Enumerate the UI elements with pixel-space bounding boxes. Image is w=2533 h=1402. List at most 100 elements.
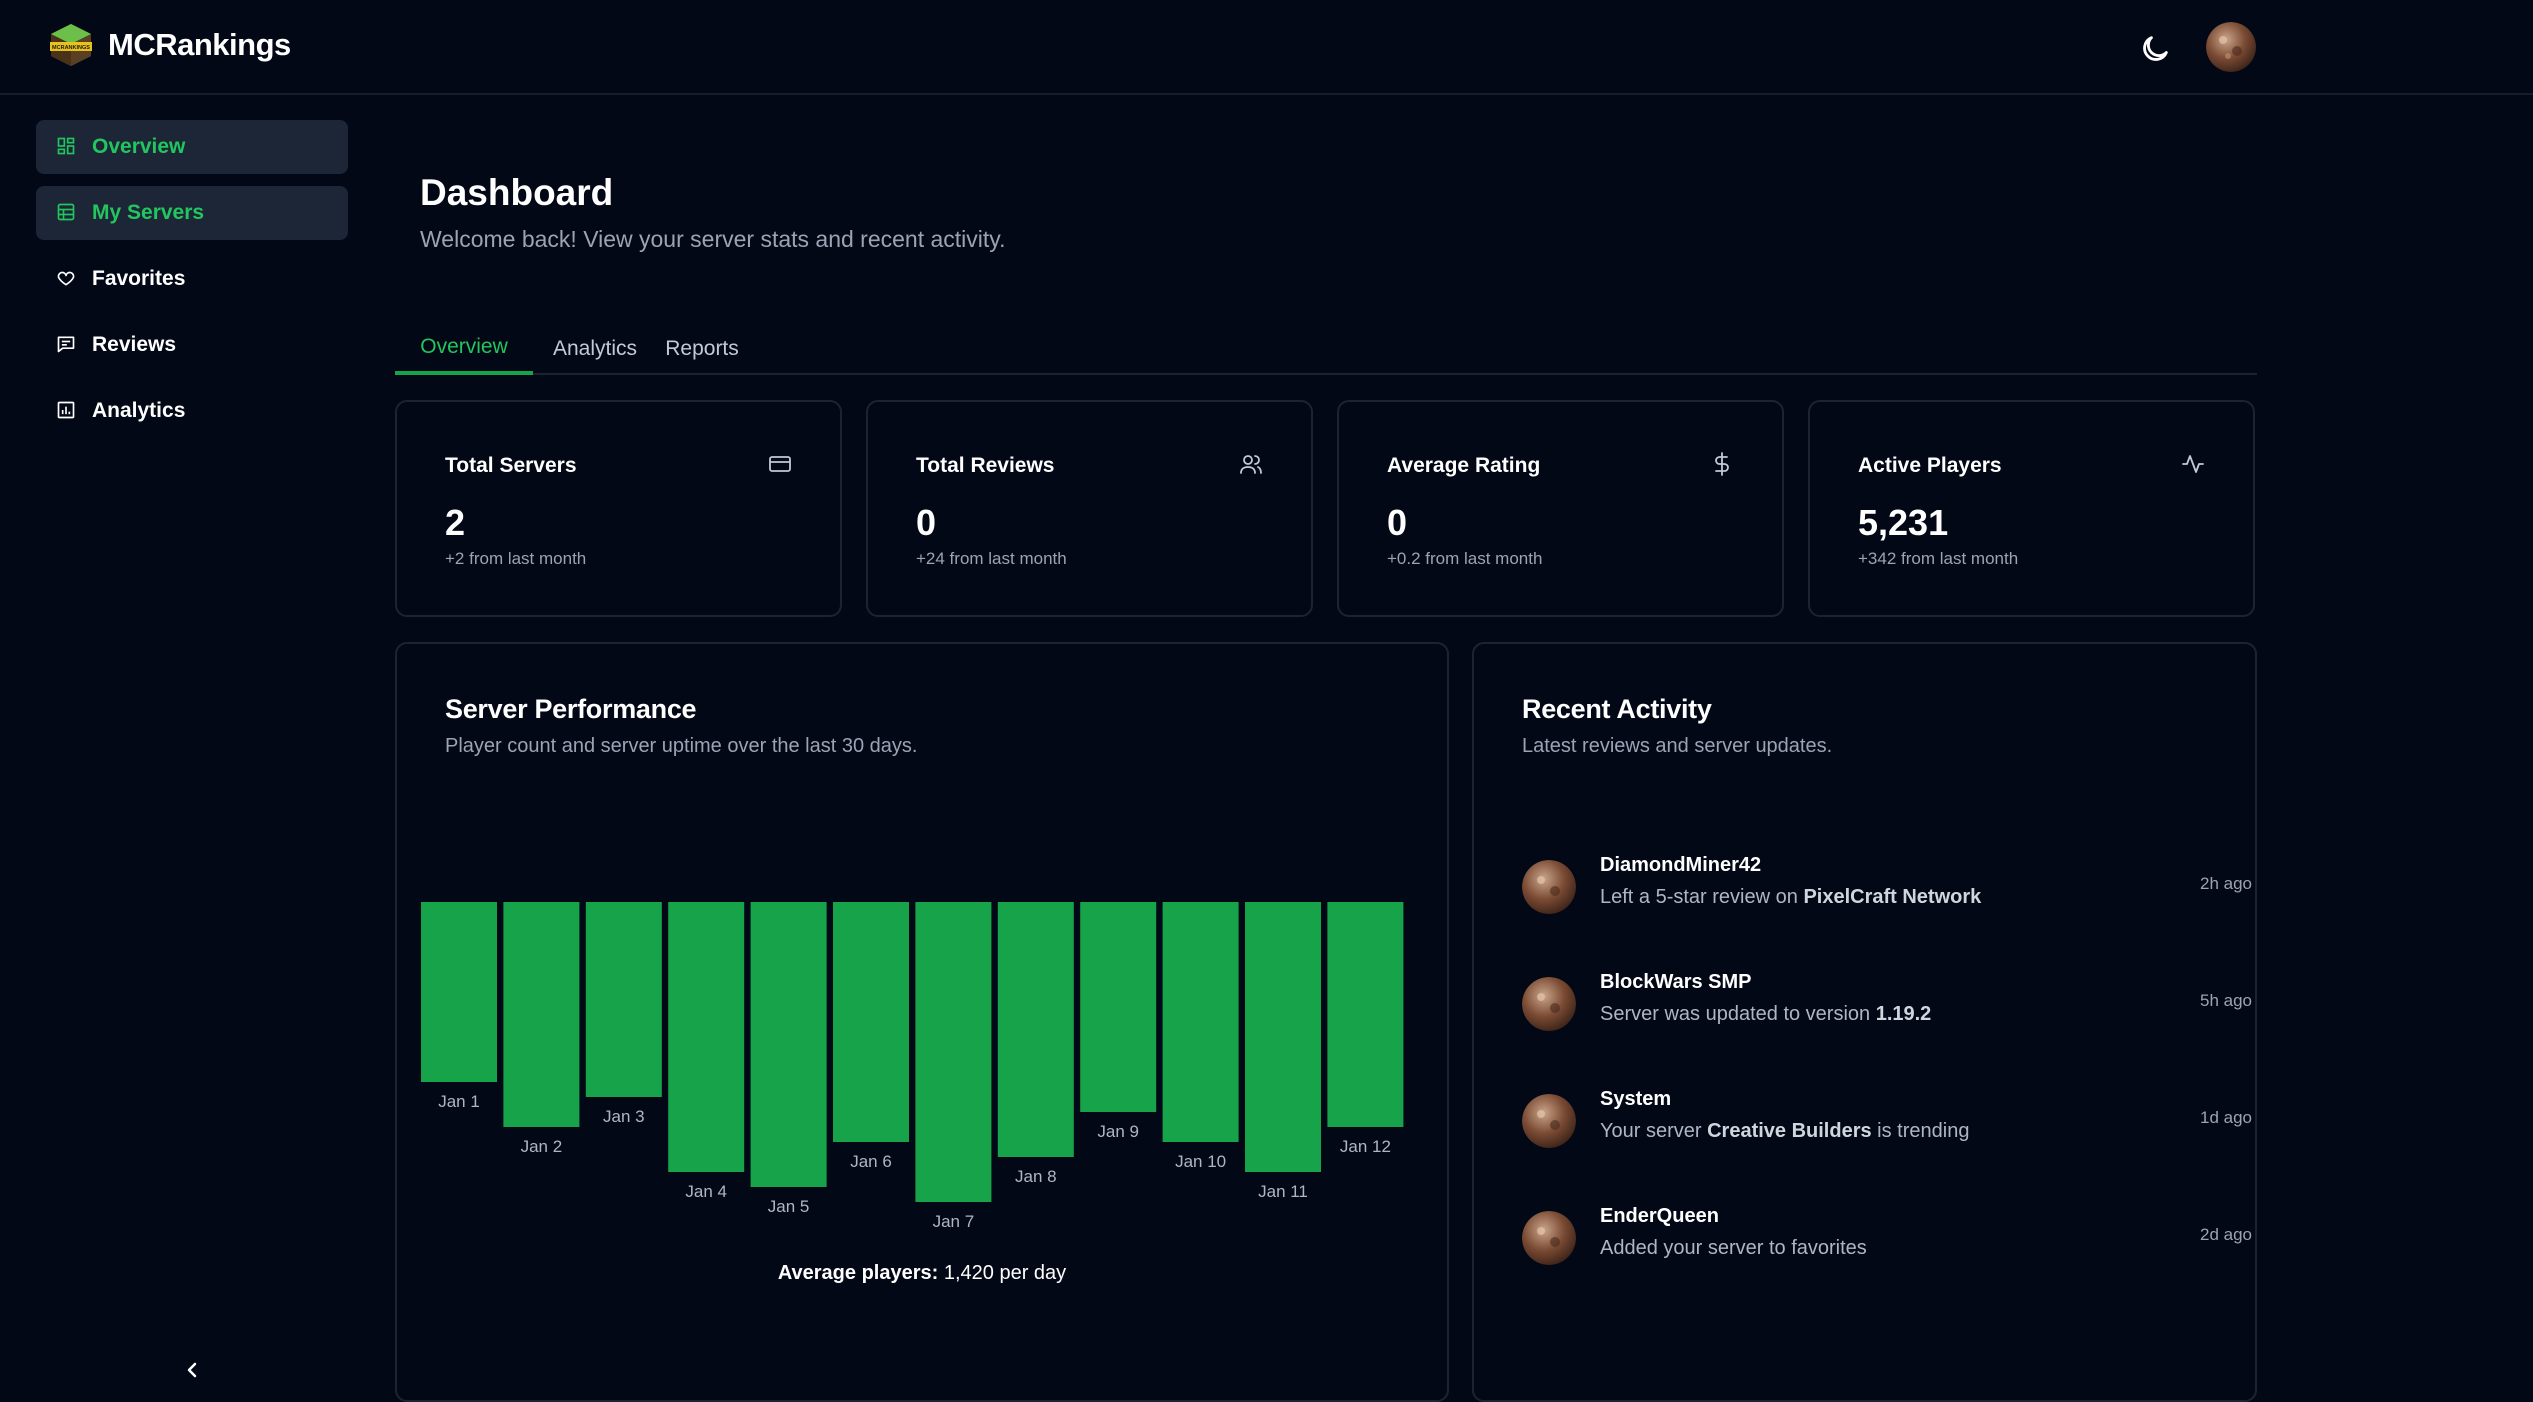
credit-card-icon xyxy=(768,452,792,476)
chart-bar xyxy=(750,902,827,1187)
brand-name: MCRankings xyxy=(108,27,291,62)
chevron-left-icon[interactable] xyxy=(184,1360,200,1380)
avatar xyxy=(1522,1211,1576,1265)
panel-title: Recent Activity xyxy=(1522,694,1712,724)
stat-label: Average Rating xyxy=(1387,454,1541,477)
bar-chart-icon xyxy=(56,400,78,422)
message-icon xyxy=(56,334,78,356)
activity-name: BlockWars SMP xyxy=(1600,971,1752,993)
stat-card-average-rating: Average Rating 0 +0.2 from last month xyxy=(1337,400,1784,617)
page-subtitle: Welcome back! View your server stats and… xyxy=(420,226,1006,252)
sidebar-item-label: Analytics xyxy=(92,399,186,422)
chart-bar xyxy=(1080,902,1157,1112)
moon-icon[interactable] xyxy=(2138,32,2172,66)
activity-item[interactable]: System Your server Creative Builders is … xyxy=(1522,1088,2252,1158)
activity-name: System xyxy=(1600,1088,1672,1110)
activity-time: 1d ago xyxy=(2200,1108,2252,1127)
activity-description: Your server Creative Builders is trendin… xyxy=(1600,1120,1970,1142)
average-players-label: Average players: xyxy=(777,1262,939,1284)
panel-subtitle: Latest reviews and server updates. xyxy=(1522,735,1833,757)
chart-bar xyxy=(997,902,1074,1157)
chart-bar xyxy=(421,902,497,1082)
chart-bar xyxy=(585,902,662,1097)
activity-description: Server was updated to version 1.19.2 xyxy=(1600,1003,1932,1025)
server-icon xyxy=(56,202,78,224)
sidebar-item-reviews[interactable]: Reviews xyxy=(36,318,348,372)
tab-overview[interactable]: Overview xyxy=(395,322,533,375)
stat-value: 2 xyxy=(445,502,466,543)
avatar xyxy=(1522,1094,1576,1148)
chart-tick-label: Jan 1 xyxy=(438,1092,480,1111)
chart-tick-label: Jan 9 xyxy=(1097,1122,1139,1141)
top-bar: MCRANKINGS MCRankings xyxy=(0,0,2533,95)
chart-bar xyxy=(915,902,992,1202)
stat-change: +24 from last month xyxy=(916,549,1067,568)
chart-tick-label: Jan 10 xyxy=(1175,1152,1226,1171)
stat-card-total-servers: Total Servers 2 +2 from last month xyxy=(395,400,842,617)
dollar-icon xyxy=(1710,452,1734,476)
chart-tick-label: Jan 6 xyxy=(850,1152,892,1171)
activity-item[interactable]: BlockWars SMP Server was updated to vers… xyxy=(1522,971,2252,1041)
brand[interactable]: MCRANKINGS MCRankings xyxy=(48,22,291,68)
activity-description: Left a 5-star review on PixelCraft Netwo… xyxy=(1600,886,1982,908)
stat-value: 5,231 xyxy=(1858,502,1949,543)
activity-icon xyxy=(2181,452,2205,476)
sidebar-item-favorites[interactable]: Favorites xyxy=(36,252,348,306)
activity-description: Added your server to favorites xyxy=(1600,1237,1867,1259)
sidebar-item-label: Overview xyxy=(92,135,186,158)
sidebar-item-label: My Servers xyxy=(92,201,205,224)
chart-bar xyxy=(833,902,909,1142)
avatar xyxy=(1522,977,1576,1031)
stat-value: 0 xyxy=(1387,502,1408,543)
chart-tick-label: Jan 12 xyxy=(1340,1137,1391,1156)
activity-time: 2d ago xyxy=(2200,1225,2252,1244)
stat-value: 0 xyxy=(916,502,937,543)
chart-bar xyxy=(1162,902,1239,1142)
stat-change: +0.2 from last month xyxy=(1387,549,1543,568)
chart-bar xyxy=(1327,902,1404,1127)
tab-reports[interactable]: Reports xyxy=(657,322,747,375)
stat-card-active-players: Active Players 5,231 +342 from last mont… xyxy=(1808,400,2255,617)
stat-change: +342 from last month xyxy=(1858,549,2019,568)
sidebar-item-label: Reviews xyxy=(92,333,177,356)
recent-activity-panel: Recent Activity Latest reviews and serve… xyxy=(1472,642,2257,1402)
activity-time: 2h ago xyxy=(2200,874,2252,893)
chart-tick-label: Jan 8 xyxy=(1015,1167,1057,1186)
performance-bar-chart: Jan 1 Jan 2 Jan 3 Jan 4 Jan 5 Jan 6 Jan 7 Jan 8… xyxy=(421,902,1404,1231)
chart-bar xyxy=(1245,902,1321,1172)
chart-tick-label: Jan 3 xyxy=(603,1107,645,1126)
avatar xyxy=(1522,860,1576,914)
sidebar-item-my-servers[interactable]: My Servers xyxy=(36,186,348,240)
svg-text:MCRANKINGS: MCRANKINGS xyxy=(52,45,90,51)
users-icon xyxy=(1239,452,1263,476)
sidebar-item-label: Favorites xyxy=(92,267,186,290)
chart-tick-label: Jan 11 xyxy=(1258,1182,1308,1201)
tab-analytics[interactable]: Analytics xyxy=(543,322,647,375)
activity-name: DiamondMiner42 xyxy=(1600,854,1762,876)
user-avatar[interactable] xyxy=(2206,22,2256,72)
chart-tick-label: Jan 4 xyxy=(685,1182,727,1201)
chart-tick-label: Jan 2 xyxy=(521,1137,563,1156)
heart-icon xyxy=(56,268,78,290)
chart-bar xyxy=(503,902,580,1127)
activity-item[interactable]: EnderQueen Added your server to favorite… xyxy=(1522,1205,2252,1275)
stat-label: Total Servers xyxy=(445,454,577,477)
stat-label: Total Reviews xyxy=(916,454,1055,477)
stat-label: Active Players xyxy=(1858,454,2002,477)
stat-card-total-reviews: Total Reviews 0 +24 from last month xyxy=(866,400,1313,617)
sidebar-item-overview[interactable]: Overview xyxy=(36,120,348,174)
server-performance-panel: Server Performance Player count and serv… xyxy=(395,642,1449,1402)
average-players: Average players: 1,420 per day xyxy=(397,1262,1447,1285)
logo: MCRANKINGS xyxy=(48,22,94,68)
tab-bar: Overview Analytics Reports xyxy=(395,322,2257,375)
sidebar-item-analytics[interactable]: Analytics xyxy=(36,384,348,438)
chart-tick-label: Jan 7 xyxy=(933,1212,975,1231)
activity-time: 5h ago xyxy=(2200,991,2252,1010)
chart-bar xyxy=(668,902,745,1172)
average-players-value: 1,420 per day xyxy=(943,1262,1067,1284)
activity-item[interactable]: DiamondMiner42 Left a 5-star review on P… xyxy=(1522,854,2252,924)
page-title: Dashboard xyxy=(420,172,614,213)
chart-tick-label: Jan 5 xyxy=(768,1197,810,1216)
sidebar: Overview My Servers Favorites Reviews An… xyxy=(0,95,370,1390)
stat-change: +2 from last month xyxy=(445,549,587,568)
